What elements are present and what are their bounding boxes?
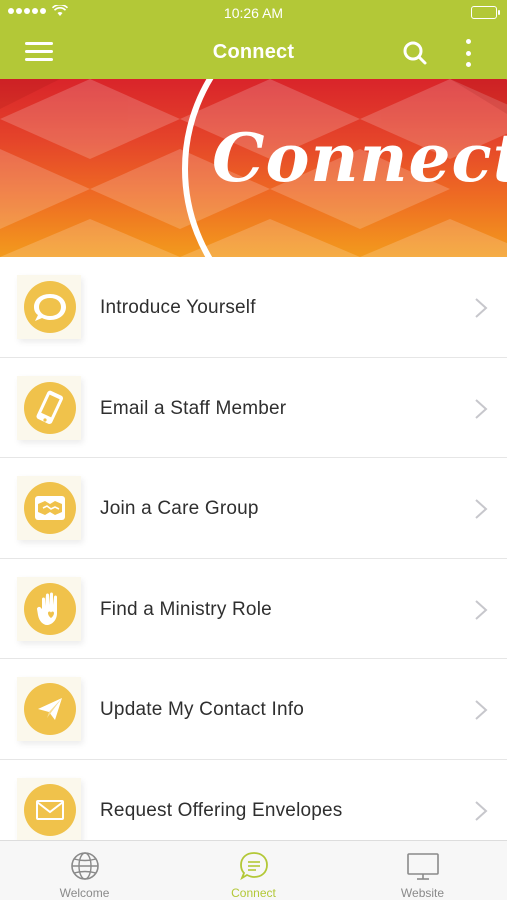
connect-menu-list: Introduce Yourself Email a Staff Member (0, 257, 507, 860)
more-options-icon[interactable] (460, 39, 476, 67)
status-bar: 10:26 AM (0, 0, 507, 26)
bottom-tab-bar: Welcome Connect Website (0, 840, 507, 900)
list-item-label: Request Offering Envelopes (100, 799, 343, 821)
chevron-right-icon (475, 398, 488, 419)
signal-dots-icon (8, 8, 46, 14)
list-item-introduce-yourself[interactable]: Introduce Yourself (0, 257, 507, 358)
speech-bubble-icon (34, 294, 66, 321)
header-banner: Connect (0, 79, 507, 257)
chevron-right-icon (475, 298, 488, 318)
chevron-right-icon (475, 800, 488, 821)
globe-icon (70, 852, 99, 880)
envelope-icon (36, 799, 64, 820)
chat-icon (239, 852, 268, 881)
app-bar: Connect (0, 26, 507, 79)
phone-icon (36, 390, 64, 424)
tab-label: Website (400, 886, 445, 900)
list-item-label: Email a Staff Member (100, 397, 287, 419)
search-icon[interactable] (402, 40, 428, 66)
hamburger-menu-icon[interactable] (25, 42, 53, 62)
list-item-email-staff[interactable]: Email a Staff Member (0, 357, 507, 458)
page-title: Connect (212, 41, 295, 63)
list-item-icon-tile (17, 777, 81, 842)
list-item-update-contact-info[interactable]: Update My Contact Info (0, 659, 507, 760)
list-item-icon-tile (17, 677, 81, 741)
handshake-icon (35, 496, 65, 520)
list-item-label: Update My Contact Info (100, 699, 305, 720)
paper-plane-icon (38, 698, 62, 720)
wifi-icon (52, 5, 68, 16)
list-item-icon-tile (17, 476, 81, 540)
list-item-icon-tile (17, 375, 81, 440)
list-item-icon-tile (17, 275, 81, 339)
list-item-icon-tile (17, 576, 81, 641)
list-item-join-care-group[interactable]: Join a Care Group (0, 458, 507, 559)
tab-label: Welcome (59, 886, 110, 900)
tab-connect[interactable]: Connect (169, 841, 338, 900)
list-item-label: Join a Care Group (100, 498, 259, 519)
list-item-label: Find a Ministry Role (100, 598, 272, 620)
tab-label: Connect (231, 886, 276, 900)
chevron-right-icon (475, 599, 488, 620)
list-item-find-ministry-role[interactable]: Find a Ministry Role (0, 558, 507, 659)
chevron-right-icon (475, 499, 488, 519)
signal-indicator (8, 5, 68, 17)
hand-heart-icon (37, 592, 57, 625)
list-item-label: Introduce Yourself (100, 297, 256, 318)
battery-icon (471, 6, 500, 19)
banner-title: Connect (212, 119, 507, 197)
tab-welcome[interactable]: Welcome (0, 841, 169, 900)
tab-website[interactable]: Website (338, 841, 507, 900)
monitor-icon (406, 853, 439, 880)
chevron-right-icon (475, 700, 488, 720)
status-time: 10:26 AM (223, 5, 284, 21)
